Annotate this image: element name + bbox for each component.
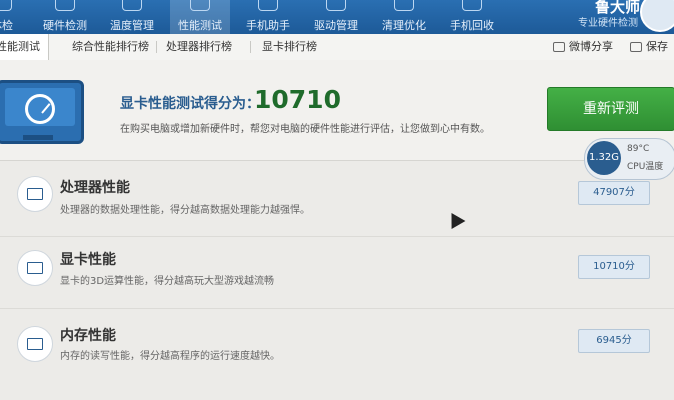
gpu-performance-row: 显卡性能 显卡的3D运算性能，得分越高玩大型游戏越流畅 10710分 <box>0 240 674 312</box>
row-description: 内存的读写性能，得分越高程序的运行速度越快。 <box>60 351 280 362</box>
memory-performance-row: 内存性能 内存的读写性能，得分越高程序的运行速度越快。 6945分 <box>0 316 674 388</box>
cpu-icon <box>17 176 53 212</box>
hardware-icon <box>55 0 75 11</box>
row-description: 处理器的数据处理性能，得分越高数据处理能力越强悍。 <box>60 205 310 216</box>
row-score-badge: 47907分 <box>578 181 650 205</box>
weibo-icon <box>553 42 565 52</box>
tab-overall-ranking[interactable]: 综合性能排行榜 <box>72 34 149 60</box>
save-button[interactable]: 保存 <box>630 34 668 60</box>
row-description: 显卡的3D运算性能，得分越高玩大型游戏越流畅 <box>60 276 275 287</box>
gpu-icon <box>17 250 53 286</box>
nav-item-hardware[interactable]: 硬件检测 <box>35 0 95 34</box>
score-label: 显卡性能测试得分为： <box>120 96 260 112</box>
top-navigation-bar: 体检 硬件检测 温度管理 性能测试 手机助手 驱动管理 清理优化 手机回收 鲁大… <box>0 0 674 34</box>
row-title: 内存性能 <box>60 328 116 344</box>
tab-divider <box>156 41 157 53</box>
temperature-icon <box>122 0 142 11</box>
broom-icon <box>394 0 414 11</box>
gauge-icon <box>25 94 55 124</box>
weibo-share-button[interactable]: 微博分享 <box>553 34 613 60</box>
tab-cpu-ranking[interactable]: 处理器排行榜 <box>166 34 232 60</box>
tab-performance-test[interactable]: 性能测试 <box>0 34 49 60</box>
driver-icon <box>326 0 346 11</box>
performance-icon <box>190 0 210 11</box>
nav-item-driver[interactable]: 驱动管理 <box>306 0 366 34</box>
row-divider <box>0 308 674 309</box>
cpu-temperature-value: 89°C <box>627 144 650 154</box>
monitor-gauge-icon <box>0 80 84 144</box>
nav-item-temperature[interactable]: 温度管理 <box>102 0 162 34</box>
checkup-icon <box>0 0 12 11</box>
nav-item-phone-recycle[interactable]: 手机回收 <box>442 0 502 34</box>
nav-item-cleanup[interactable]: 清理优化 <box>374 0 434 34</box>
camera-icon <box>630 42 642 52</box>
score-description: 在购买电脑或增加新硬件时，帮您对电脑的硬件性能进行评估，让您做到心中有数。 <box>120 124 490 135</box>
tab-divider <box>250 41 251 53</box>
retest-button[interactable]: 重新评测 <box>547 87 674 131</box>
row-title: 处理器性能 <box>60 180 130 196</box>
sub-tab-bar: 性能测试 综合性能排行榜 处理器排行榜 显卡排行榜 微博分享 保存 <box>0 34 674 61</box>
nav-item-checkup[interactable]: 体检 <box>0 0 32 34</box>
recycle-icon <box>462 0 482 11</box>
row-score-badge: 10710分 <box>578 255 650 279</box>
brand-subtitle: 专业硬件检测 <box>578 18 638 29</box>
nav-item-phone-assistant[interactable]: 手机助手 <box>238 0 298 34</box>
score-panel: 显卡性能测试得分为： 10710 在购买电脑或增加新硬件时，帮您对电脑的硬件性能… <box>0 60 674 161</box>
phone-icon <box>258 0 278 11</box>
row-title: 显卡性能 <box>60 252 116 268</box>
score-value: 10710 <box>254 85 341 114</box>
row-divider <box>0 236 674 237</box>
row-score-badge: 6945分 <box>578 329 650 353</box>
avatar[interactable] <box>640 0 674 32</box>
memory-icon <box>17 326 53 362</box>
nav-item-performance[interactable]: 性能测试 <box>170 0 230 34</box>
tab-gpu-ranking[interactable]: 显卡排行榜 <box>262 34 317 60</box>
cpu-performance-row: 处理器性能 处理器的数据处理性能，得分越高数据处理能力越强悍。 47907分 <box>0 170 674 242</box>
